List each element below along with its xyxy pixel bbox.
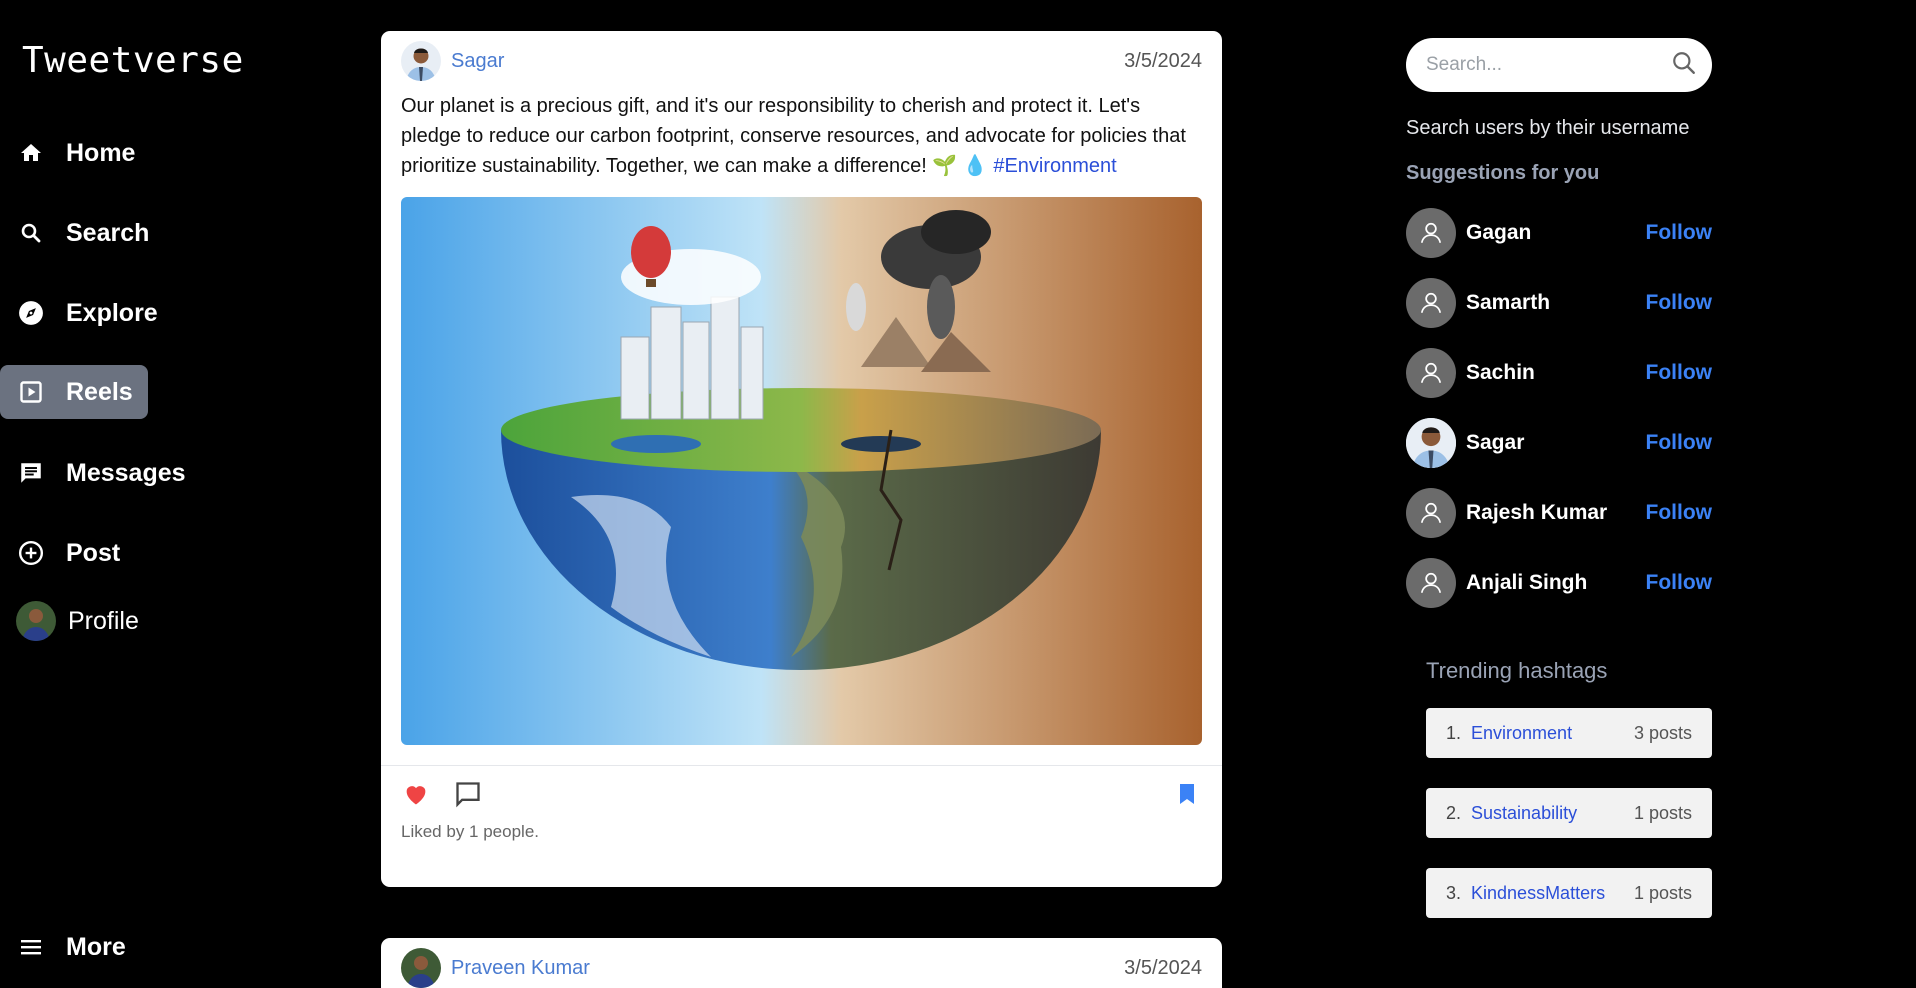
trending-count: 1 posts bbox=[1633, 882, 1692, 903]
suggestion-name[interactable]: Gagan bbox=[1466, 221, 1531, 245]
comment-icon bbox=[456, 782, 480, 808]
home-icon bbox=[18, 140, 44, 166]
user-icon bbox=[1420, 292, 1442, 313]
reels-icon bbox=[18, 379, 44, 405]
follow-button[interactable]: Follow bbox=[1646, 291, 1713, 315]
nav-label: Reels bbox=[66, 377, 133, 406]
search-icon bbox=[18, 220, 44, 246]
follow-button[interactable]: Follow bbox=[1646, 221, 1713, 245]
avatar[interactable] bbox=[1406, 348, 1456, 398]
nav-label: More bbox=[66, 932, 126, 961]
trending-title: Trending hashtags bbox=[1426, 658, 1608, 683]
post-header: Praveen Kumar 3/5/2024 bbox=[381, 938, 1222, 988]
post-author[interactable]: Praveen Kumar bbox=[451, 957, 590, 980]
avatar[interactable] bbox=[1406, 418, 1456, 468]
trending-count: 3 posts bbox=[1633, 722, 1692, 743]
nav-item-more[interactable]: More bbox=[0, 920, 126, 974]
suggestion-name[interactable]: Rajesh Kumar bbox=[1466, 501, 1607, 525]
nav-item-post[interactable]: Post bbox=[0, 526, 120, 580]
trending-rank: 3. bbox=[1446, 882, 1462, 903]
bookmark-icon bbox=[1180, 784, 1194, 804]
nav-item-search[interactable]: Search bbox=[0, 206, 149, 260]
likes-count: Liked by 1 people. bbox=[401, 822, 539, 841]
app-logo[interactable]: Tweetverse bbox=[22, 40, 244, 81]
trending-tag[interactable]: Sustainability bbox=[1471, 803, 1577, 824]
nav-label: Search bbox=[66, 218, 150, 247]
message-icon bbox=[18, 460, 44, 486]
search-hint: Search users by their username bbox=[1406, 117, 1690, 139]
post-date: 3/5/2024 bbox=[1124, 49, 1202, 72]
nav-label: Home bbox=[66, 138, 136, 167]
suggestion-row: Gagan Follow bbox=[1406, 208, 1712, 258]
bookmark-button[interactable] bbox=[1172, 779, 1202, 809]
plus-circle-icon bbox=[18, 540, 44, 566]
compass-icon bbox=[18, 300, 44, 326]
suggestion-row: Anjali Singh Follow bbox=[1406, 558, 1712, 608]
avatar[interactable] bbox=[401, 41, 441, 81]
user-icon bbox=[1420, 362, 1442, 383]
avatar bbox=[16, 601, 56, 641]
trending-tag[interactable]: Environment bbox=[1471, 723, 1572, 744]
nav-item-home[interactable]: Home bbox=[0, 126, 135, 180]
post-header: Sagar 3/5/2024 bbox=[381, 31, 1222, 91]
trending-item[interactable]: 1. Environment 3 posts bbox=[1426, 708, 1712, 758]
suggestion-row: Samarth Follow bbox=[1406, 278, 1712, 328]
sidebar: Tweetverse Home Search Explore Reels Mes… bbox=[0, 0, 260, 988]
nav-label: Messages bbox=[66, 458, 186, 487]
post-date: 3/5/2024 bbox=[1124, 956, 1202, 979]
hashtag-link[interactable]: #Environment bbox=[993, 155, 1116, 177]
trending-count: 1 posts bbox=[1633, 802, 1692, 823]
post-image[interactable] bbox=[401, 197, 1202, 745]
user-icon bbox=[1420, 222, 1442, 243]
avatar[interactable] bbox=[401, 948, 441, 988]
trending-item[interactable]: 3. KindnessMatters 1 posts bbox=[1426, 868, 1712, 918]
avatar[interactable] bbox=[1406, 208, 1456, 258]
trending-rank: 1. bbox=[1446, 722, 1462, 743]
suggestions-title: Suggestions for you bbox=[1406, 162, 1600, 184]
follow-button[interactable]: Follow bbox=[1646, 431, 1713, 455]
post-card: Sagar 3/5/2024 Our planet is a precious … bbox=[381, 31, 1222, 887]
suggestion-row: Rajesh Kumar Follow bbox=[1406, 488, 1712, 538]
user-icon bbox=[1420, 572, 1442, 593]
suggestion-name[interactable]: Anjali Singh bbox=[1466, 571, 1587, 595]
suggestion-name[interactable]: Sagar bbox=[1466, 431, 1524, 455]
search-input[interactable] bbox=[1426, 54, 1671, 76]
trending-item[interactable]: 2. Sustainability 1 posts bbox=[1426, 788, 1712, 838]
post-text: Our planet is a precious gift, and it's … bbox=[381, 91, 1222, 181]
search-box bbox=[1406, 38, 1712, 92]
comment-button[interactable] bbox=[453, 779, 483, 809]
like-button[interactable] bbox=[401, 779, 431, 809]
search-icon[interactable] bbox=[1671, 50, 1697, 81]
trending-rank: 2. bbox=[1446, 802, 1462, 823]
trending-tag[interactable]: KindnessMatters bbox=[1471, 883, 1605, 904]
nav-label: Post bbox=[66, 538, 121, 567]
suggestion-name[interactable]: Samarth bbox=[1466, 291, 1550, 315]
nav-label: Profile bbox=[68, 606, 139, 635]
follow-button[interactable]: Follow bbox=[1646, 501, 1713, 525]
nav-label: Explore bbox=[66, 298, 158, 327]
post-author[interactable]: Sagar bbox=[451, 50, 504, 73]
nav-item-explore[interactable]: Explore bbox=[0, 286, 158, 340]
avatar[interactable] bbox=[1406, 488, 1456, 538]
nav-item-messages[interactable]: Messages bbox=[0, 446, 186, 500]
suggestion-row: Sagar Follow bbox=[1406, 418, 1712, 468]
post-card: Praveen Kumar 3/5/2024 bbox=[381, 938, 1222, 988]
post-actions bbox=[381, 766, 1222, 822]
nav-item-reels[interactable]: Reels bbox=[0, 365, 148, 419]
avatar[interactable] bbox=[1406, 558, 1456, 608]
follow-button[interactable]: Follow bbox=[1646, 571, 1713, 595]
heart-icon bbox=[406, 786, 426, 805]
user-icon bbox=[1420, 502, 1442, 523]
menu-icon bbox=[18, 934, 44, 960]
nav-item-profile[interactable]: Profile bbox=[0, 594, 139, 648]
suggestion-row: Sachin Follow bbox=[1406, 348, 1712, 398]
suggestion-name[interactable]: Sachin bbox=[1466, 361, 1535, 385]
avatar[interactable] bbox=[1406, 278, 1456, 328]
follow-button[interactable]: Follow bbox=[1646, 361, 1713, 385]
